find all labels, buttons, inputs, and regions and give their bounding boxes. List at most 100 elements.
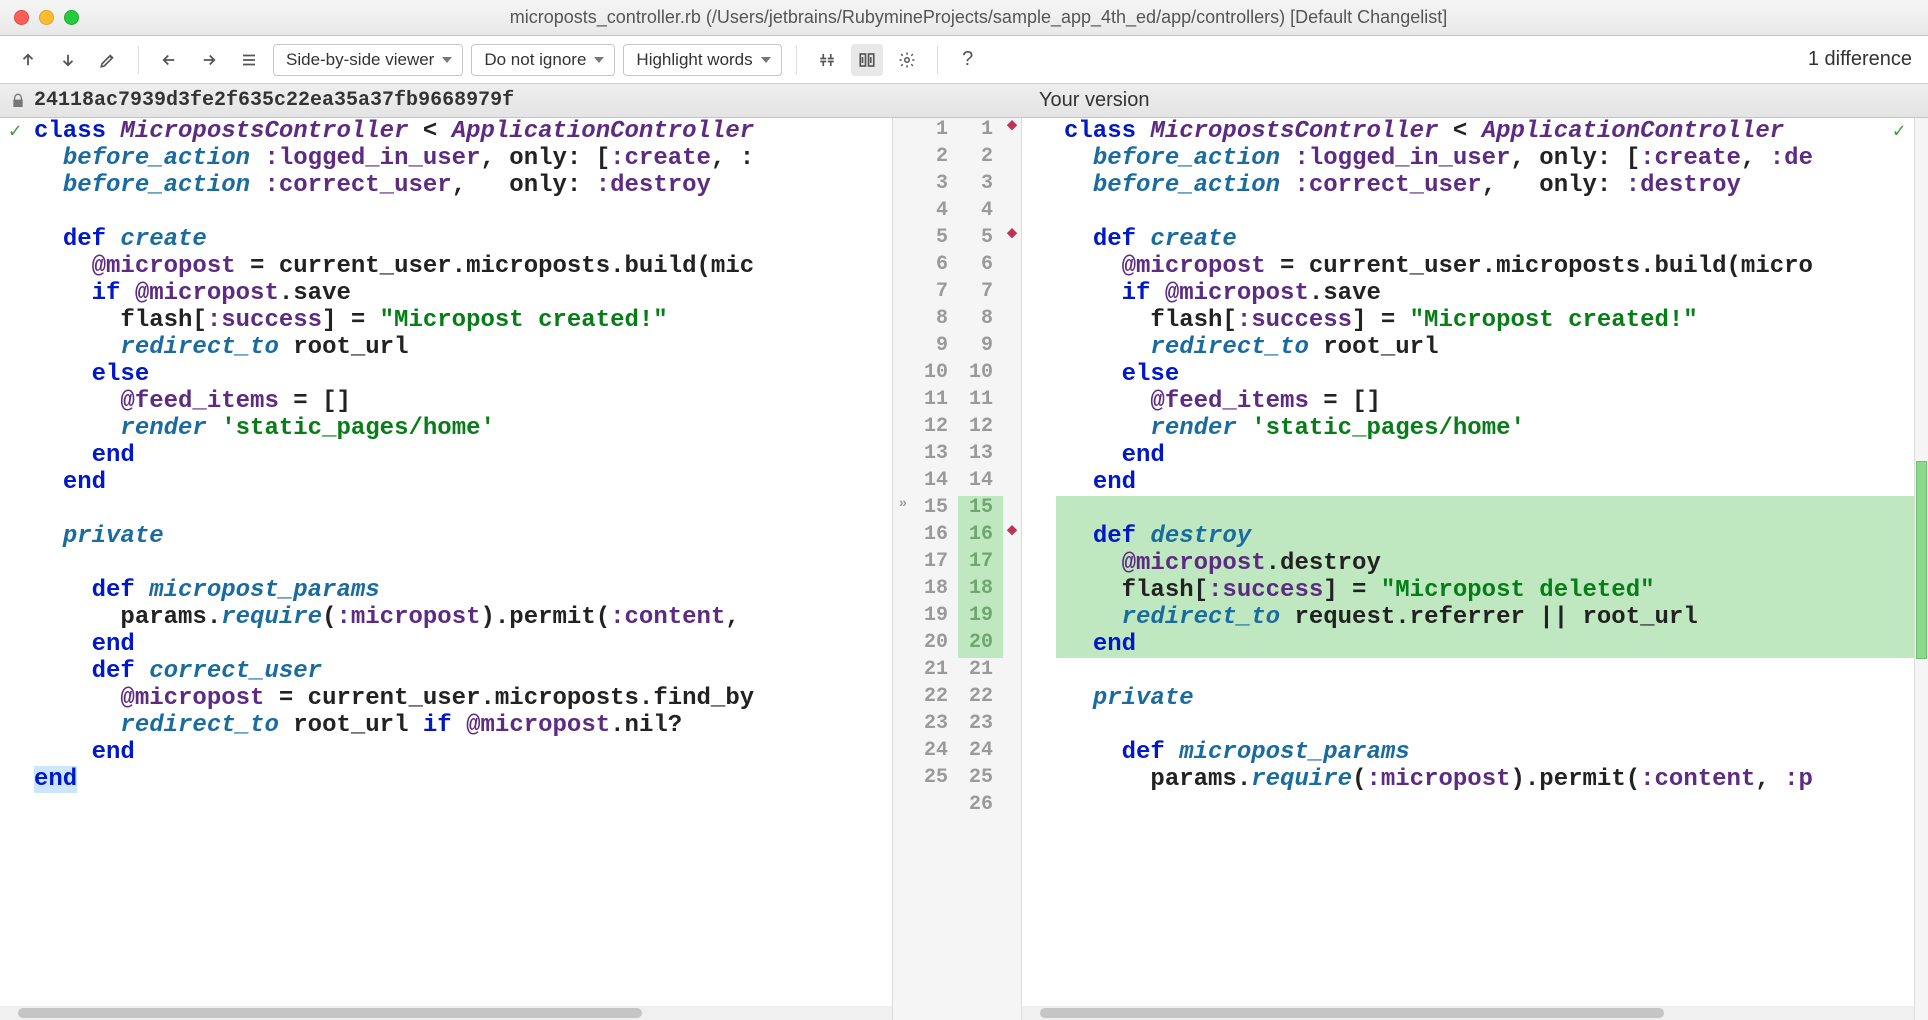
gutter-row: 99 — [893, 334, 1021, 361]
code-line[interactable]: end — [26, 739, 892, 766]
code-line[interactable]: end — [26, 766, 892, 793]
code-line[interactable]: def destroy — [1056, 523, 1914, 550]
gutter-row: 1919 — [893, 604, 1021, 631]
code-line[interactable]: redirect_to root_url — [1056, 334, 1914, 361]
diff-marker[interactable] — [1916, 461, 1927, 659]
gutter-row: 22 — [893, 145, 1021, 172]
code-line[interactable]: params.require(:micropost).permit(:conte… — [1056, 766, 1914, 793]
code-line[interactable]: def micropost_params — [1056, 739, 1914, 766]
gutter-row: 1616⬥ — [893, 523, 1021, 550]
code-line[interactable]: @micropost.destroy — [1056, 550, 1914, 577]
code-line[interactable]: class MicropostsController < Application… — [1056, 118, 1914, 145]
code-line[interactable]: def create — [1056, 226, 1914, 253]
gutter-row: 1313 — [893, 442, 1021, 469]
code-line[interactable]: @feed_items = [] — [26, 388, 892, 415]
gutter-row: 2020 — [893, 631, 1021, 658]
hscrollbar-right[interactable] — [1022, 1006, 1914, 1020]
edit-icon[interactable] — [92, 44, 124, 76]
code-line[interactable]: def micropost_params — [26, 577, 892, 604]
gutter-row: 1717 — [893, 550, 1021, 577]
gutter-row: »1515 — [893, 496, 1021, 523]
code-line[interactable] — [1056, 793, 1914, 820]
gutter-row: 2121 — [893, 658, 1021, 685]
gutter-row: 88 — [893, 307, 1021, 334]
code-line[interactable]: end — [26, 631, 892, 658]
code-line[interactable]: if @micropost.save — [26, 280, 892, 307]
ignore-mode-label: Do not ignore — [484, 50, 586, 70]
code-line[interactable]: class MicropostsController < Application… — [26, 118, 892, 145]
close-icon[interactable] — [14, 10, 29, 25]
code-line[interactable]: def correct_user — [26, 658, 892, 685]
gutter-row: 2424 — [893, 739, 1021, 766]
code-line[interactable]: render 'static_pages/home' — [1056, 415, 1914, 442]
code-line[interactable]: before_action :logged_in_user, only: [:c… — [1056, 145, 1914, 172]
gutter-row: 33 — [893, 172, 1021, 199]
code-line[interactable]: private — [26, 523, 892, 550]
hscrollbar-left[interactable] — [0, 1006, 892, 1020]
code-line[interactable] — [1056, 658, 1914, 685]
code-line[interactable]: before_action :correct_user, only: :dest… — [26, 172, 892, 199]
collapse-unchanged-icon[interactable] — [811, 44, 843, 76]
code-line[interactable]: redirect_to root_url if @micropost.nil? — [26, 712, 892, 739]
code-line[interactable]: @feed_items = [] — [1056, 388, 1914, 415]
code-line[interactable]: end — [1056, 442, 1914, 469]
gutter-row: 77 — [893, 280, 1021, 307]
code-line[interactable] — [1056, 712, 1914, 739]
right-revision-label: Your version — [1039, 89, 1149, 112]
code-line[interactable]: @micropost = current_user.microposts.bui… — [26, 253, 892, 280]
gutter-row: 1111 — [893, 388, 1021, 415]
nav-forward-button[interactable] — [193, 44, 225, 76]
right-pane[interactable]: ✓ class MicropostsController < Applicati… — [1022, 118, 1914, 1020]
minimize-icon[interactable] — [39, 10, 54, 25]
code-line[interactable]: end — [26, 469, 892, 496]
code-line[interactable]: end — [1056, 631, 1914, 658]
code-line[interactable]: end — [1056, 469, 1914, 496]
revision-labels: 24118ac7939d3fe2f635c22ea35a37fb9668979f… — [0, 84, 1928, 118]
highlight-mode-dropdown[interactable]: Highlight words — [623, 44, 781, 76]
code-line[interactable] — [26, 550, 892, 577]
left-revision-hash: 24118ac7939d3fe2f635c22ea35a37fb9668979f — [34, 89, 514, 112]
gutter-row: 2222 — [893, 685, 1021, 712]
left-pane[interactable]: ✓ class MicropostsController < Applicati… — [0, 118, 892, 1020]
nav-back-button[interactable] — [153, 44, 185, 76]
code-line[interactable]: flash[:success] = "Micropost created!" — [1056, 307, 1914, 334]
gutter-row: 1212 — [893, 415, 1021, 442]
code-line[interactable]: if @micropost.save — [1056, 280, 1914, 307]
gutter-row: 1818 — [893, 577, 1021, 604]
code-line[interactable] — [1056, 496, 1914, 523]
next-diff-button[interactable] — [52, 44, 84, 76]
list-icon[interactable] — [233, 44, 265, 76]
highlight-mode-label: Highlight words — [636, 50, 752, 70]
code-line[interactable] — [26, 199, 892, 226]
code-line[interactable]: flash[:success] = "Micropost created!" — [26, 307, 892, 334]
code-line[interactable]: before_action :correct_user, only: :dest… — [1056, 172, 1914, 199]
line-number-gutter: 11⬥22334455⬥6677889910101111121213131414… — [892, 118, 1022, 1020]
code-line[interactable]: private — [1056, 685, 1914, 712]
zoom-icon[interactable] — [64, 10, 79, 25]
viewer-mode-dropdown[interactable]: Side-by-side viewer — [273, 44, 463, 76]
code-line[interactable]: end — [26, 442, 892, 469]
prev-diff-button[interactable] — [12, 44, 44, 76]
code-line[interactable]: else — [1056, 361, 1914, 388]
code-line[interactable] — [1056, 199, 1914, 226]
code-line[interactable]: def create — [26, 226, 892, 253]
gear-icon[interactable] — [891, 44, 923, 76]
sync-scroll-icon[interactable] — [851, 44, 883, 76]
code-line[interactable] — [26, 496, 892, 523]
code-line[interactable]: redirect_to root_url — [26, 334, 892, 361]
code-line[interactable]: flash[:success] = "Micropost deleted" — [1056, 577, 1914, 604]
diff-marker-strip[interactable] — [1914, 118, 1928, 1020]
gutter-row: 11⬥ — [893, 118, 1021, 145]
code-line[interactable]: @micropost = current_user.microposts.bui… — [1056, 253, 1914, 280]
gutter-row: 55⬥ — [893, 226, 1021, 253]
window-titlebar: microposts_controller.rb (/Users/jetbrai… — [0, 0, 1928, 36]
code-line[interactable]: render 'static_pages/home' — [26, 415, 892, 442]
help-icon[interactable]: ? — [952, 44, 984, 76]
code-line[interactable]: params.require(:micropost).permit(:conte… — [26, 604, 892, 631]
code-line[interactable]: redirect_to request.referrer || root_url — [1056, 604, 1914, 631]
code-line[interactable]: else — [26, 361, 892, 388]
code-line[interactable]: before_action :logged_in_user, only: [:c… — [26, 145, 892, 172]
code-line[interactable]: @micropost = current_user.microposts.fin… — [26, 685, 892, 712]
ignore-mode-dropdown[interactable]: Do not ignore — [471, 44, 615, 76]
gutter-row: 2525 — [893, 766, 1021, 793]
